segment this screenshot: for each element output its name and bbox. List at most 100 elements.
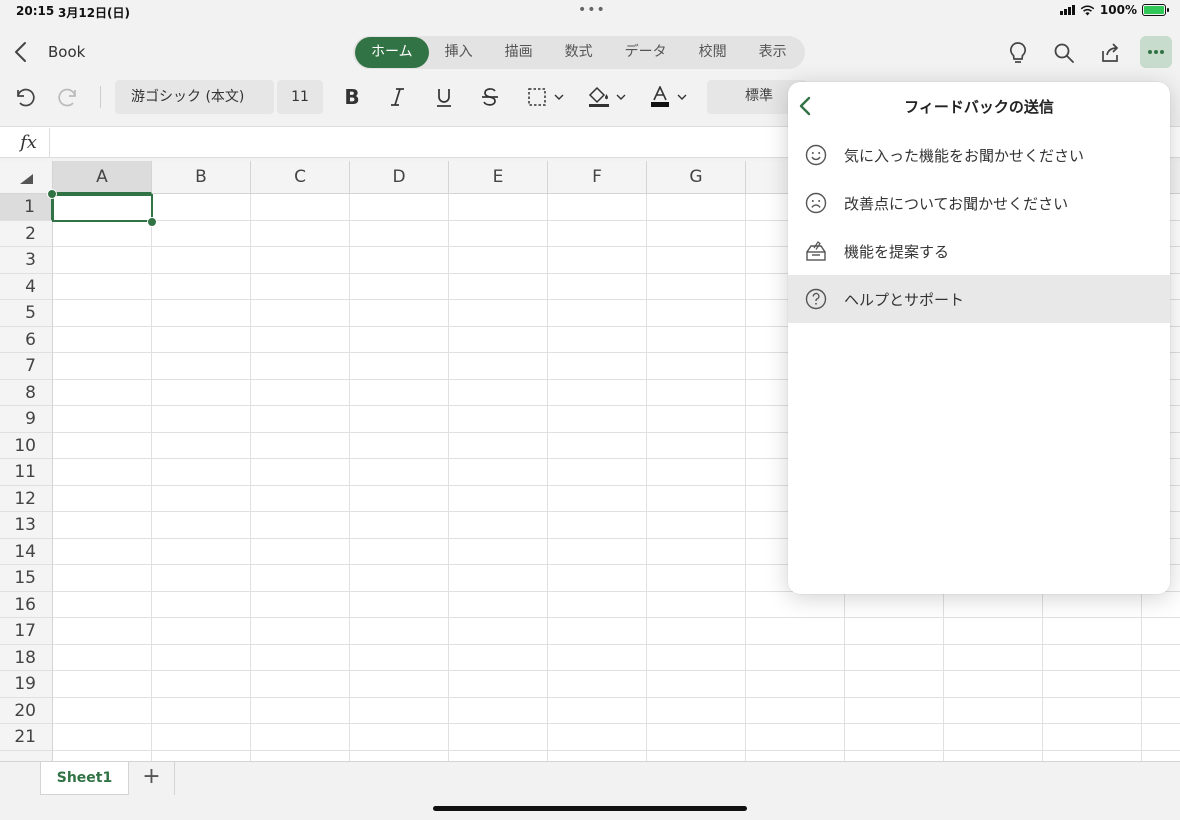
row-header[interactable]: 11 [0, 459, 53, 486]
function-icon[interactable]: fx [8, 128, 50, 157]
help-support-item[interactable]: ヘルプとサポート [788, 275, 1170, 323]
row-header[interactable]: 15 [0, 565, 53, 592]
row-number: 4 [25, 276, 36, 297]
row-header[interactable]: 2 [0, 220, 53, 247]
feedback-like-item[interactable]: 気に入った機能をお聞かせください [788, 131, 1170, 179]
help-support-label: ヘルプとサポート [844, 290, 965, 309]
row-header[interactable]: 10 [0, 432, 53, 459]
row-number: 8 [25, 382, 36, 403]
column-header[interactable]: G [647, 161, 746, 194]
grid-line [250, 194, 251, 761]
column-header[interactable]: E [449, 161, 548, 194]
suggest-feature-item[interactable]: 機能を提案する [788, 227, 1170, 275]
column-header[interactable]: C [251, 161, 350, 194]
row-header[interactable]: 17 [0, 618, 53, 645]
row-header[interactable]: 19 [0, 671, 53, 698]
row-header[interactable]: 21 [0, 724, 53, 751]
sheet-tab-bar: Sheet1 + [0, 761, 1180, 820]
home-indicator[interactable] [433, 806, 747, 811]
multitask-dots-icon[interactable]: ••• [578, 2, 606, 18]
lightbulb-icon[interactable] [1005, 40, 1031, 66]
row-header[interactable]: 5 [0, 300, 53, 327]
row-number: 14 [14, 541, 36, 562]
column-header[interactable]: D [350, 161, 449, 194]
grid-line [151, 194, 152, 761]
column-header[interactable]: A [53, 161, 152, 194]
select-all-corner[interactable] [0, 161, 53, 194]
status-date: 3月12日(日) [58, 6, 131, 20]
row-number: 16 [14, 594, 36, 615]
row-header[interactable]: 16 [0, 591, 53, 618]
column-header[interactable]: B [152, 161, 251, 194]
suggest-feature-label: 機能を提案する [844, 242, 950, 261]
add-sheet-button[interactable]: + [129, 762, 175, 795]
selection-handle[interactable] [147, 217, 157, 227]
font-name-field[interactable]: 游ゴシック (本文) [115, 80, 274, 114]
grid-line [53, 749, 1180, 751]
row-header[interactable]: 1 [0, 194, 53, 221]
row-header[interactable]: 6 [0, 326, 53, 353]
battery-percent: 100% [1099, 3, 1137, 17]
sheet-tab[interactable]: Sheet1 [40, 762, 129, 795]
grid-line [448, 194, 449, 761]
row-number: 10 [14, 435, 36, 456]
grid-line [745, 194, 746, 761]
redo-icon[interactable] [57, 84, 81, 110]
popover-title: フィードバックの送信 [904, 98, 1054, 116]
row-number: 11 [14, 462, 36, 482]
borders-icon[interactable] [526, 84, 566, 110]
tab-review[interactable]: 校閲 [683, 37, 743, 68]
row-header[interactable]: 14 [0, 538, 53, 565]
row-header[interactable]: 18 [0, 644, 53, 671]
cellular-signal-icon [1059, 5, 1075, 15]
battery-icon [1142, 4, 1169, 16]
undo-icon[interactable] [12, 84, 36, 110]
row-number: 3 [25, 250, 36, 270]
feedback-popover: フィードバックの送信 気に入った機能をお聞かせください 改善点についてお聞かせく… [788, 82, 1170, 594]
row-header[interactable]: 3 [0, 247, 53, 274]
ribbon-tabs: ホーム 挿入 描画 数式 データ 校閲 表示 [353, 36, 805, 69]
more-options-icon[interactable] [1140, 36, 1172, 68]
top-nav: Book ホーム 挿入 描画 数式 データ 校閲 表示 [0, 28, 1180, 76]
row-header[interactable]: 4 [0, 273, 53, 300]
tab-formulas[interactable]: 数式 [549, 37, 609, 68]
selection-handle[interactable] [47, 189, 57, 199]
feedback-improve-label: 改善点についてお聞かせください [844, 194, 1069, 213]
tab-view[interactable]: 表示 [743, 37, 803, 68]
frown-icon [804, 191, 828, 215]
grid-line [349, 194, 350, 761]
fill-color-icon[interactable] [587, 84, 627, 110]
selected-cell[interactable] [52, 194, 153, 222]
row-header[interactable]: 20 [0, 697, 53, 724]
share-icon[interactable] [1097, 40, 1123, 66]
underline-icon[interactable] [433, 84, 455, 110]
row-header[interactable]: 8 [0, 379, 53, 406]
row-number: 7 [25, 356, 36, 376]
back-icon[interactable] [12, 40, 32, 64]
grid-line [53, 670, 1180, 671]
row-header[interactable]: 13 [0, 512, 53, 539]
italic-icon[interactable] [387, 84, 409, 110]
row-number: 21 [14, 727, 36, 747]
row-header[interactable]: 12 [0, 485, 53, 512]
tab-draw[interactable]: 描画 [489, 37, 549, 68]
search-icon[interactable] [1051, 40, 1077, 66]
font-color-icon[interactable] [649, 84, 689, 110]
row-number: 19 [14, 674, 36, 694]
smile-icon [804, 143, 828, 167]
row-header[interactable]: 7 [0, 353, 53, 380]
row-header[interactable] [0, 750, 53, 761]
bold-icon[interactable]: B [341, 84, 363, 110]
help-circle-icon [804, 287, 828, 311]
column-header[interactable]: F [548, 161, 647, 194]
tab-home[interactable]: ホーム [355, 37, 429, 68]
feedback-improve-item[interactable]: 改善点についてお聞かせください [788, 179, 1170, 227]
tab-data[interactable]: データ [609, 37, 683, 68]
grid-line [53, 723, 1180, 724]
document-title[interactable]: Book [48, 43, 85, 61]
font-size-field[interactable]: 11 [277, 80, 323, 114]
row-header[interactable]: 9 [0, 406, 53, 433]
grid-line [53, 696, 1180, 698]
strikethrough-icon[interactable] [479, 84, 501, 110]
tab-insert[interactable]: 挿入 [429, 37, 489, 68]
